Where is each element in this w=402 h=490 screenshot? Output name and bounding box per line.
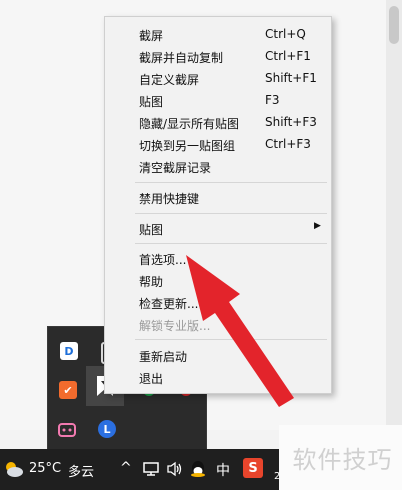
menu-item-toggle-pastes[interactable]: 隐藏/显示所有贴图 Shift+F3 <box>105 111 331 133</box>
cloudy-weather-icon <box>6 462 23 477</box>
weather-temperature[interactable]: 25°C <box>29 461 61 476</box>
menu-item-label: 贴图 <box>139 223 164 237</box>
menu-item-custom-screenshot[interactable]: 自定义截屏 Shift+F1 <box>105 67 331 89</box>
app-d-tray-icon[interactable]: D <box>60 342 78 360</box>
menu-item-preferences[interactable]: 首选项... <box>105 247 331 269</box>
menu-item-exit[interactable]: 退出 <box>105 366 331 388</box>
menu-item-label: 贴图 <box>139 95 164 109</box>
weather-condition[interactable]: 多云 <box>68 461 94 480</box>
menu-item-label: 自定义截屏 <box>139 73 200 87</box>
menu-item-shortcut: Ctrl+Q <box>265 27 306 41</box>
menu-item-label: 禁用快捷键 <box>139 192 200 206</box>
menu-item-label: 截屏并自动复制 <box>139 51 224 65</box>
background-scrollbar-thumb[interactable] <box>389 6 399 44</box>
menu-item-label: 检查更新... <box>139 297 199 311</box>
menu-item-switch-paste-group[interactable]: 切换到另一贴图组 Ctrl+F3 <box>105 133 331 155</box>
menu-item-shortcut: Shift+F1 <box>265 71 317 85</box>
menu-item-disable-hotkeys[interactable]: 禁用快捷键 <box>105 186 331 208</box>
menu-separator <box>135 243 327 244</box>
volume-icon[interactable] <box>166 461 184 477</box>
menu-item-label: 清空截屏记录 <box>139 161 212 175</box>
menu-separator <box>135 339 327 340</box>
menu-separator <box>135 213 327 214</box>
menu-item-check-updates[interactable]: 检查更新... <box>105 291 331 313</box>
menu-item-label: 退出 <box>139 372 164 386</box>
menu-item-label: 截屏 <box>139 29 164 43</box>
menu-item-screenshot[interactable]: 截屏 Ctrl+Q <box>105 23 331 45</box>
menu-item-label: 帮助 <box>139 275 164 289</box>
background-scrollbar[interactable] <box>386 0 402 430</box>
menu-item-label: 隐藏/显示所有贴图 <box>139 117 240 131</box>
menu-item-shortcut: Shift+F3 <box>265 115 317 129</box>
menu-item-screenshot-copy[interactable]: 截屏并自动复制 Ctrl+F1 <box>105 45 331 67</box>
menu-item-restart[interactable]: 重新启动 <box>105 344 331 366</box>
menu-separator <box>135 182 327 183</box>
menu-item-clear-history[interactable]: 清空截屏记录 <box>105 155 331 177</box>
context-menu: 截屏 Ctrl+Q 截屏并自动复制 Ctrl+F1 自定义截屏 Shift+F1… <box>104 16 332 394</box>
ime-mode-indicator[interactable]: 中 <box>216 460 230 480</box>
menu-item-label: 重新启动 <box>139 350 188 364</box>
menu-item-label: 切换到另一贴图组 <box>139 139 236 153</box>
menu-item-shortcut: F3 <box>265 93 280 107</box>
menu-item-label: 首选项... <box>139 253 187 267</box>
show-hidden-icons-chevron[interactable]: ^ <box>120 460 132 476</box>
qq-icon[interactable] <box>189 459 207 479</box>
sogou-ime-icon[interactable]: S <box>243 458 263 478</box>
blue-app-tray-icon[interactable]: L <box>98 420 116 438</box>
submenu-arrow-icon: ▶ <box>314 221 321 231</box>
watermark: 软件技巧 <box>279 425 402 490</box>
menu-item-help[interactable]: 帮助 <box>105 269 331 291</box>
menu-item-unlock-pro: 解锁专业版... <box>105 313 331 335</box>
menu-item-label: 解锁专业版... <box>139 319 211 333</box>
menu-item-paste-image[interactable]: 贴图 F3 <box>105 89 331 111</box>
menu-item-paste-submenu[interactable]: 贴图 ▶ <box>105 217 331 239</box>
menu-item-shortcut: Ctrl+F1 <box>265 49 311 63</box>
orange-app-tray-icon[interactable]: ✔ <box>59 381 77 399</box>
bilibili-tray-icon[interactable] <box>58 420 76 438</box>
menu-item-shortcut: Ctrl+F3 <box>265 137 311 151</box>
network-icon[interactable] <box>143 462 159 476</box>
